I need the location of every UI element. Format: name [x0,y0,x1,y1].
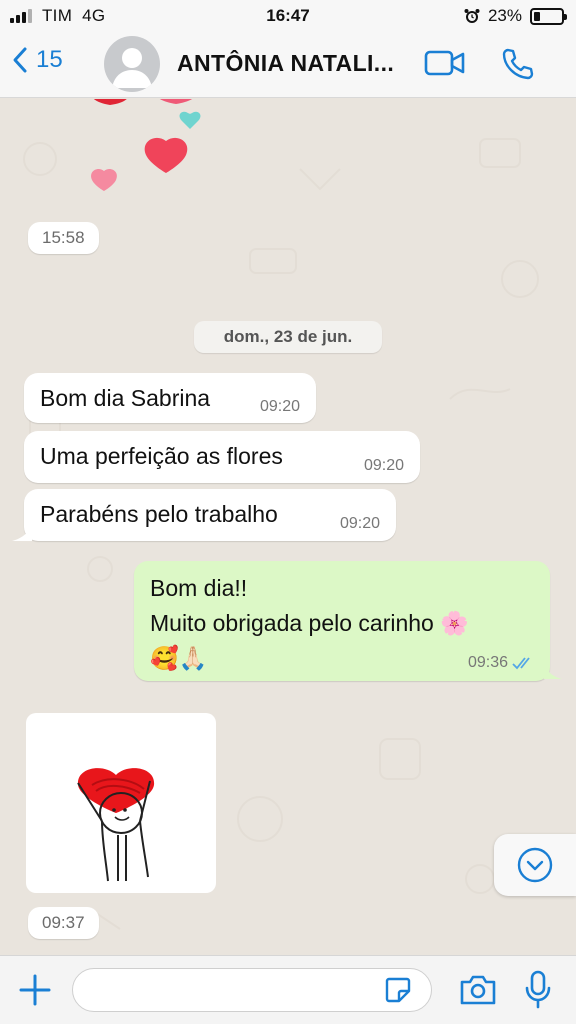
bubble-tail [12,527,32,541]
message-bubble[interactable]: Parabéns pelo trabalho 09:20 [24,489,396,541]
back-button[interactable]: 15 [12,46,63,74]
outgoing-message-bubble[interactable]: Bom dia!! Muito obrigada pelo carinho 🌸 … [134,561,550,681]
default-avatar-icon [112,48,152,88]
microphone-icon [525,970,551,1009]
chat-header: 15 ANTÔNIA NATALI... [0,30,576,98]
alarm-clock-icon [464,9,480,23]
battery-icon [530,7,567,25]
outgoing-bubble-tail [544,665,562,679]
scroll-to-bottom-button[interactable] [494,834,576,896]
unread-count: 15 [36,46,63,73]
camera-button[interactable] [458,973,498,1012]
image-message[interactable] [26,713,216,893]
sticker-button[interactable] [384,976,412,1009]
image-timestamp: 09:37 [28,907,99,939]
message-input[interactable] [72,968,432,1012]
message-text: Uma perfeição as flores [40,443,283,469]
phone-icon [502,48,534,80]
camera-icon [460,975,496,1005]
message-time: 09:20 [363,457,404,474]
message-text: Bom dia Sabrina [40,385,211,411]
heart-drawing-image [77,768,155,882]
video-camera-icon [424,50,465,76]
battery-fill [534,11,540,21]
hearts-sticker [91,99,201,191]
chevron-down-circle-icon [517,847,553,883]
message-bubble[interactable]: Uma perfeição as flores 09:20 [24,431,420,483]
date-chip: dom., 23 de jun. [194,321,382,353]
video-call-button[interactable] [424,47,466,84]
message-time: 09:36 [467,654,508,671]
status-right: 23% [464,6,567,26]
voice-call-button[interactable] [500,47,534,86]
status-bar: TIM 4G 16:47 23% [0,0,576,30]
read-receipt-icon [512,657,530,670]
plus-icon [19,974,51,1006]
attach-button[interactable] [18,973,52,1012]
message-time: 09:20 [259,398,300,415]
contact-name[interactable]: ANTÔNIA NATALI... [177,50,394,77]
battery-percent: 23% [487,6,522,25]
sticker-timestamp: 15:58 [28,222,99,254]
message-bubble[interactable]: Bom dia Sabrina 09:20 [24,373,316,423]
sticker-icon [385,977,411,1003]
message-time: 09:20 [339,515,380,532]
avatar[interactable] [104,36,160,92]
chevron-left-icon [13,47,27,73]
voice-message-button[interactable] [524,970,552,1015]
input-bar [0,955,576,1024]
chat-area[interactable]: 15:58 dom., 23 de jun. Bom dia Sabrina 0… [0,99,576,955]
message-text: Bom dia!! Muito obrigada pelo carinho 🌸 … [150,575,469,671]
message-text: Parabéns pelo trabalho [40,501,278,527]
